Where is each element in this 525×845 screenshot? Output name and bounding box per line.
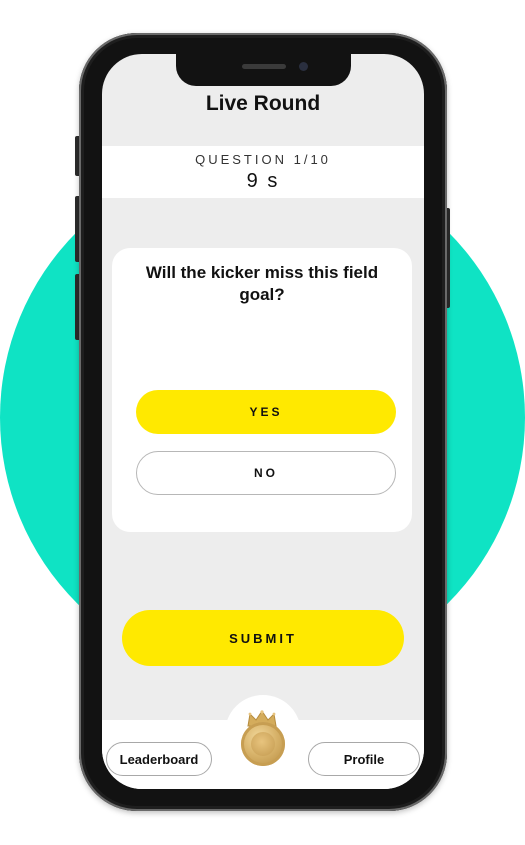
speaker-grille — [242, 64, 286, 69]
gold-coin-icon[interactable] — [241, 722, 285, 766]
question-text: Will the kicker miss this field goal? — [145, 263, 379, 304]
phone-screen: Live Round QUESTION 1/10 9 s Will the ki… — [102, 54, 424, 789]
question-counter: QUESTION 1/10 — [195, 152, 331, 167]
submit-button[interactable]: SUBMIT — [122, 610, 404, 666]
countdown-timer: 9 s — [246, 170, 280, 192]
page-title: Live Round — [205, 92, 321, 115]
profile-button[interactable]: Profile — [308, 742, 420, 776]
question-status-bar: QUESTION 1/10 9 s — [102, 146, 424, 198]
answer-option-no[interactable]: NO — [136, 451, 396, 495]
answer-option-yes[interactable]: YES — [136, 390, 396, 434]
leaderboard-button[interactable]: Leaderboard — [106, 742, 212, 776]
question-card: Will the kicker miss this field goal? YE… — [112, 248, 412, 532]
front-camera — [299, 62, 308, 71]
phone-notch — [176, 54, 351, 86]
coin-emblem — [251, 732, 275, 756]
